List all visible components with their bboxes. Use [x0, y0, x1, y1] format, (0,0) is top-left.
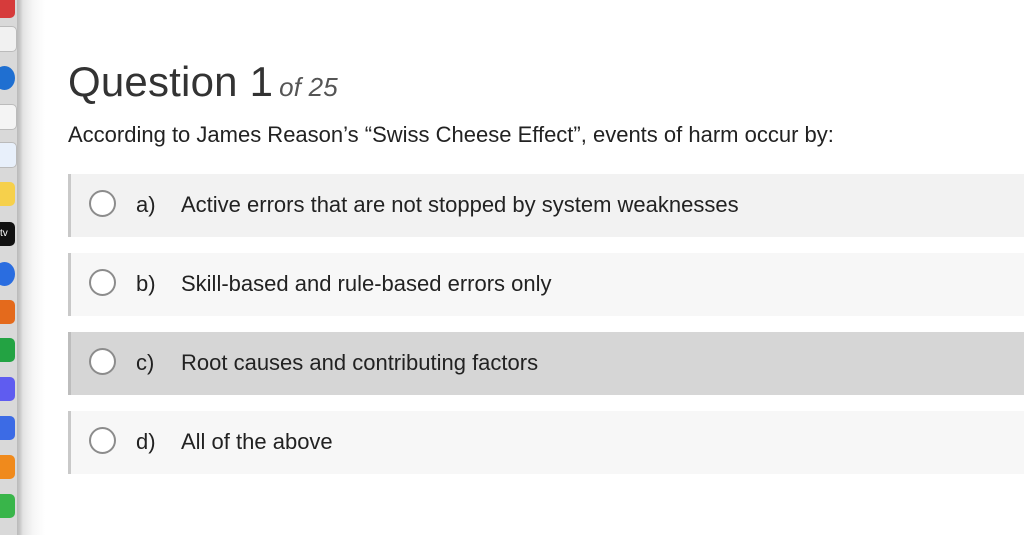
apple-tv-icon[interactable]: tv	[0, 222, 15, 246]
choice-c[interactable]: c) Root causes and contributing factors	[68, 332, 1024, 395]
choice-text-d: All of the above	[181, 429, 333, 454]
question-prompt: According to James Reason’s “Swiss Chees…	[68, 122, 834, 147]
choice-letter-b: b)	[136, 271, 156, 296]
app-icon-1[interactable]	[0, 0, 15, 18]
apple-tv-label: tv	[0, 228, 8, 239]
calendar-icon[interactable]	[0, 26, 17, 52]
numbers-icon[interactable]	[0, 338, 15, 362]
charts-app-icon[interactable]	[0, 494, 15, 518]
xcode-icon[interactable]	[0, 416, 15, 440]
choice-text-c: Root causes and contributing factors	[181, 350, 539, 375]
pages-icon[interactable]	[0, 300, 15, 324]
choice-d[interactable]: d) All of the above	[68, 411, 1024, 474]
notes-icon[interactable]	[0, 104, 17, 130]
choice-b[interactable]: b) Skill-based and rule-based errors onl…	[68, 253, 1024, 316]
radio-button-c[interactable]	[89, 348, 116, 375]
music-icon[interactable]	[0, 377, 15, 401]
choice-a[interactable]: a) Active errors that are not stopped by…	[68, 174, 1024, 237]
question-title: Question 1 of 25	[68, 58, 338, 106]
choice-text-b: Skill-based and rule-based errors only	[181, 271, 552, 296]
radio-button-d[interactable]	[89, 427, 116, 454]
freeform-icon[interactable]	[0, 182, 15, 206]
question-count: of 25	[279, 72, 338, 102]
safari-compass-icon[interactable]	[0, 66, 15, 90]
choice-letter-a: a)	[136, 192, 156, 217]
dock: tv	[0, 0, 17, 535]
choice-text-a: Active errors that are not stopped by sy…	[181, 192, 739, 217]
question-number: Question 1	[68, 58, 274, 105]
choice-letter-d: d)	[136, 429, 156, 454]
radio-button-a[interactable]	[89, 190, 116, 217]
radio-button-b[interactable]	[89, 269, 116, 296]
keynote-icon[interactable]	[0, 455, 15, 479]
choice-letter-c: c)	[136, 350, 155, 375]
dock-divider	[17, 0, 45, 535]
chrome-icon[interactable]	[0, 262, 15, 286]
reminders-icon[interactable]	[0, 142, 17, 168]
